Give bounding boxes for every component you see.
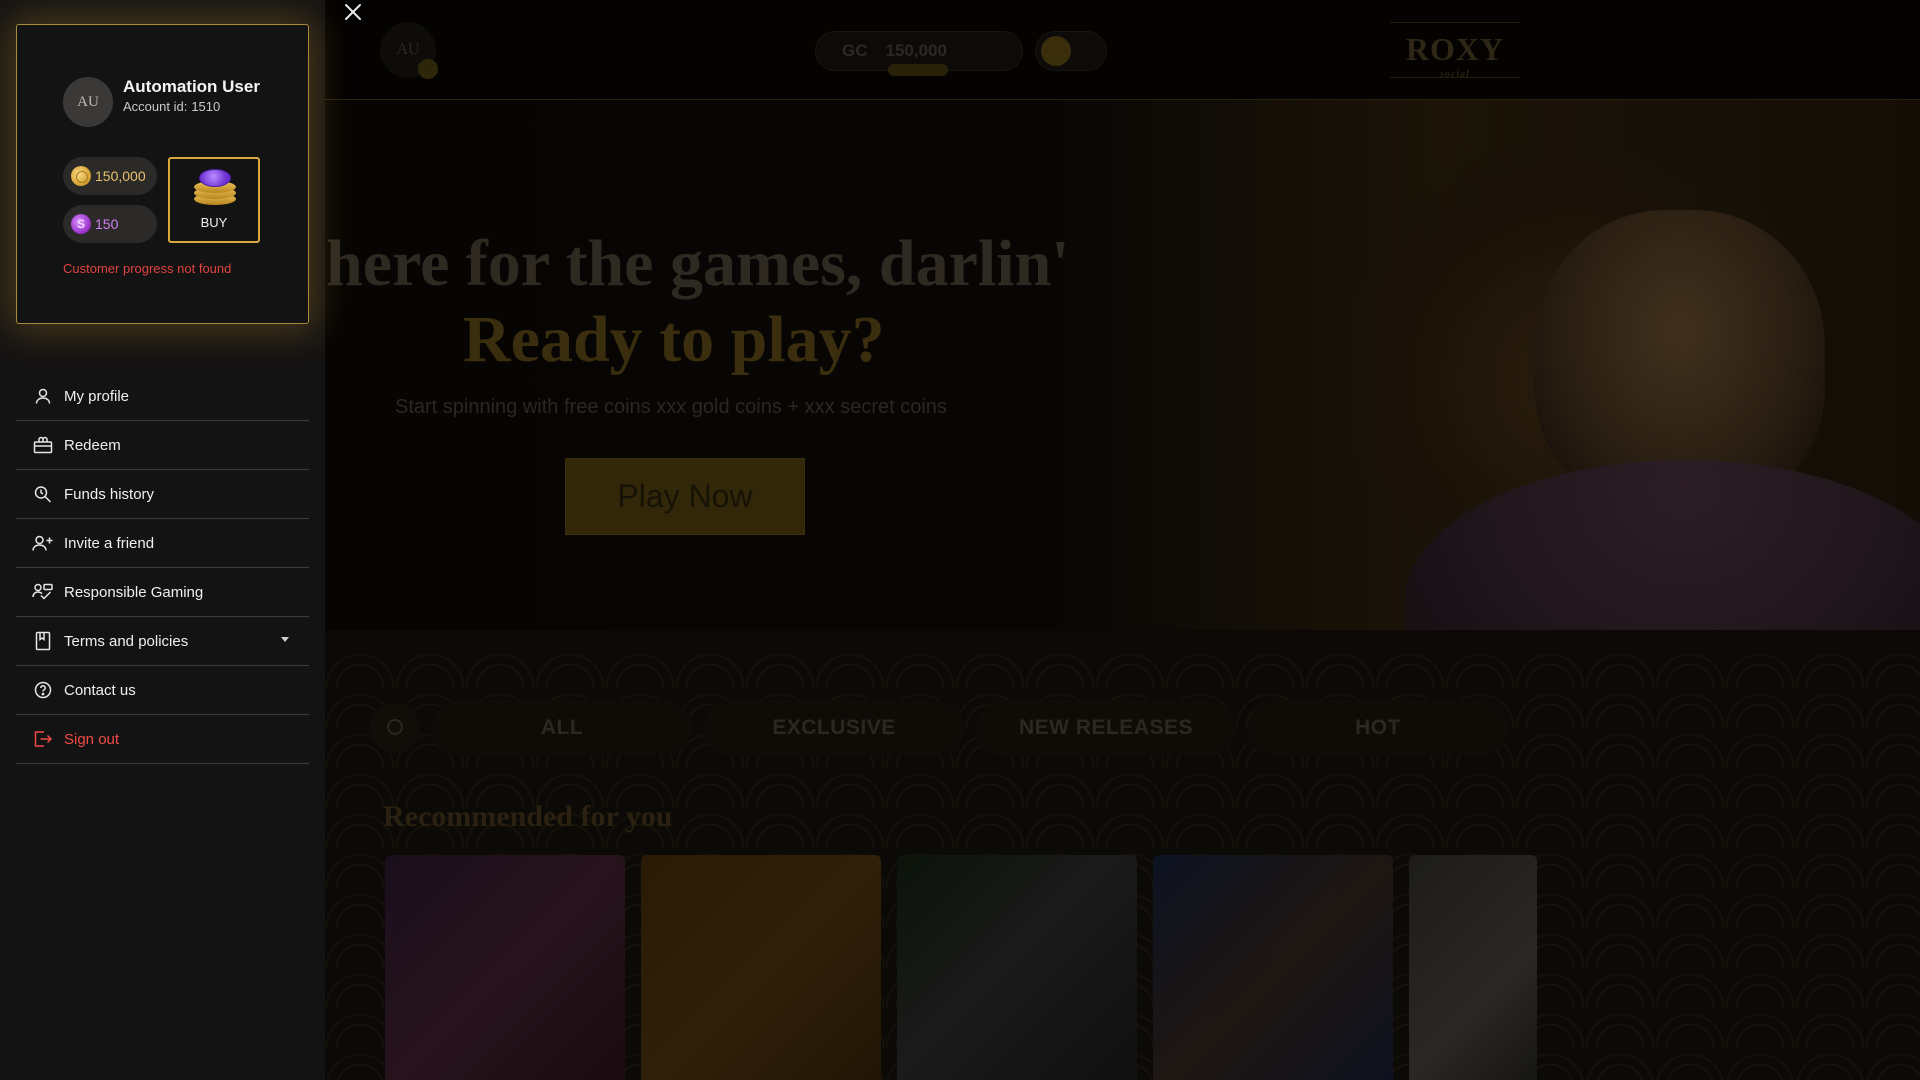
secret-coin-icon (71, 214, 91, 234)
gold-coins-balance[interactable]: 150,000 (63, 157, 157, 195)
hero-description: Start spinning with free coins xxx gold … (395, 396, 947, 418)
menu-item-invite-friend[interactable]: Invite a friend (16, 519, 309, 568)
gold-coin-icon (71, 166, 91, 186)
tab-all[interactable]: ALL (432, 700, 692, 756)
account-menu: My profile Redeem Funds history Invite a… (16, 372, 309, 764)
hero-subtitle: Ready to play? (463, 303, 885, 376)
account-id-value: 1510 (191, 99, 221, 114)
site-logo[interactable]: ROXY social (1390, 22, 1520, 80)
game-tabs: ALL EXCLUSIVE NEW RELEASES HOT (370, 700, 1508, 756)
menu-item-responsible-gaming[interactable]: Responsible Gaming (16, 568, 309, 617)
account-id: Account id: 1510 (123, 99, 220, 114)
menu-item-funds-history[interactable]: Funds history (16, 470, 309, 519)
buy-label: BUY (200, 215, 228, 230)
menu-label: Sign out (64, 730, 120, 748)
menu-item-terms-policies[interactable]: Terms and policies (16, 617, 309, 666)
menu-label: Funds history (64, 485, 155, 503)
buy-button[interactable]: BUY (168, 157, 260, 243)
tab-new-releases[interactable]: NEW RELEASES (976, 700, 1236, 756)
secret-coins-value: 150 (95, 216, 119, 232)
document-icon (32, 630, 54, 652)
balance-sub-badge (888, 64, 948, 76)
balance-value: 150,000 (885, 41, 947, 60)
sign-out-icon (32, 728, 54, 750)
balance-currency: GC (842, 41, 868, 60)
secret-coins-balance[interactable]: 150 (63, 205, 157, 243)
menu-item-my-profile[interactable]: My profile (16, 372, 309, 421)
progress-error-message: Customer progress not found (63, 261, 232, 276)
gold-coins-value: 150,000 (95, 168, 146, 184)
avatar[interactable]: AU (63, 77, 113, 127)
hero-table (325, 630, 1920, 648)
menu-label: Invite a friend (64, 534, 155, 552)
menu-item-sign-out[interactable]: Sign out (16, 715, 309, 764)
game-card[interactable] (897, 855, 1137, 1080)
menu-label: My profile (64, 387, 130, 405)
responsible-gaming-icon (32, 581, 54, 603)
search-history-icon (32, 483, 54, 505)
logo-subtext: social (1440, 69, 1470, 80)
add-user-icon (32, 532, 54, 554)
account-id-label: Account id: (123, 99, 188, 114)
game-card[interactable] (641, 855, 881, 1080)
game-card[interactable] (1153, 855, 1393, 1080)
game-card[interactable] (385, 855, 625, 1080)
account-drawer: AU Automation User Account id: 1510 150,0… (0, 0, 325, 1080)
menu-item-contact-us[interactable]: Contact us (16, 666, 309, 715)
logo-text: ROXY (1405, 31, 1505, 67)
gift-icon (32, 434, 54, 456)
search-icon[interactable] (370, 703, 420, 753)
close-icon[interactable] (344, 3, 362, 31)
user-icon (32, 385, 54, 407)
chevron-down-icon[interactable] (281, 637, 289, 642)
recommended-title: Recommended for you (383, 800, 673, 833)
game-card[interactable] (1409, 855, 1537, 1080)
avatar-badge (418, 59, 438, 79)
menu-label: Contact us (64, 681, 136, 699)
menu-label: Responsible Gaming (64, 583, 204, 601)
help-icon (32, 679, 54, 701)
play-now-button[interactable]: Play Now (565, 458, 805, 535)
games-section: ALL EXCLUSIVE NEW RELEASES HOT Recommend… (325, 648, 1920, 1080)
user-name: Automation User (123, 77, 260, 96)
menu-label: Redeem (64, 436, 121, 454)
tab-exclusive[interactable]: EXCLUSIVE (704, 700, 964, 756)
menu-label: Terms and policies (64, 632, 189, 650)
coin-toggle[interactable] (1035, 31, 1107, 71)
coin-stack-icon (194, 169, 236, 205)
recommended-games (385, 855, 1537, 1080)
profile-card: AU Automation User Account id: 1510 150,0… (16, 24, 309, 324)
tab-hot[interactable]: HOT (1248, 700, 1508, 756)
menu-item-redeem[interactable]: Redeem (16, 421, 309, 470)
hero-title: here for the games, darlin' (326, 227, 1070, 300)
